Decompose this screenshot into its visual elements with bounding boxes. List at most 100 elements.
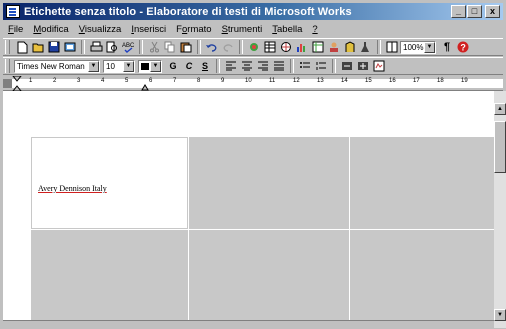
justify-icon[interactable] [272, 59, 286, 73]
help-icon[interactable]: ? [456, 40, 470, 54]
standard-toolbar: ABC 100% ▼ ¶ ? [3, 38, 503, 56]
window-controls: _ □ x [450, 5, 500, 18]
address-book-icon[interactable] [63, 40, 77, 54]
works-app-icon[interactable] [6, 5, 20, 18]
align-left-icon[interactable] [224, 59, 238, 73]
borders-icon[interactable] [372, 59, 386, 73]
close-button[interactable]: x [485, 5, 500, 18]
svg-text:ABC: ABC [122, 43, 135, 49]
menu-modifica[interactable]: Modifica [28, 24, 73, 35]
document-area[interactable]: Avery Dennison Italy [3, 91, 494, 320]
zoom-select[interactable]: 100% ▼ [400, 40, 436, 54]
address-icon[interactable] [327, 40, 341, 54]
decrease-indent-icon[interactable] [340, 59, 354, 73]
align-center-icon[interactable] [240, 59, 254, 73]
ruler-number: 2 [53, 78, 57, 84]
ruler-number: 3 [77, 78, 81, 84]
menu-formato[interactable]: Formato [171, 24, 216, 35]
label-cell[interactable] [189, 230, 349, 320]
toolbar-separator [197, 40, 201, 54]
horizontal-ruler[interactable]: 1 2 3 4 5 6 7 8 9 10 11 12 13 14 15 16 1… [3, 76, 503, 91]
ruler-number: 12 [293, 78, 300, 84]
underline-glyph: S [201, 61, 208, 71]
label-cell[interactable] [350, 230, 494, 320]
ruler-number: 19 [461, 78, 468, 84]
insert-spreadsheet-icon[interactable] [311, 40, 325, 54]
label-cell[interactable] [31, 230, 188, 320]
underline-button[interactable]: S [198, 59, 212, 73]
menu-help[interactable]: ? [307, 24, 322, 35]
insert-clipart-icon[interactable] [247, 40, 261, 54]
bullets-icon[interactable] [298, 59, 312, 73]
ruler-number: 14 [341, 78, 348, 84]
toolbar-separator [332, 59, 336, 73]
ruler-number: 17 [413, 78, 420, 84]
cut-icon[interactable] [147, 40, 161, 54]
task-launcher-icon[interactable] [343, 40, 357, 54]
ruler-number: 18 [437, 78, 444, 84]
print-icon[interactable] [89, 40, 103, 54]
columns-icon[interactable] [385, 40, 399, 54]
ruler-number: 15 [365, 78, 372, 84]
print-preview-icon[interactable] [105, 40, 119, 54]
right-indent-marker-icon[interactable] [141, 83, 149, 91]
toolbar-separator [81, 40, 85, 54]
find-icon[interactable] [359, 40, 373, 54]
toolbar-separator [139, 40, 143, 54]
scroll-thumb[interactable] [494, 121, 506, 173]
indent-marker-icon[interactable] [12, 76, 22, 91]
label-cell[interactable] [189, 137, 349, 229]
scroll-up-button[interactable]: ▲ [494, 103, 506, 115]
label-cell-active[interactable]: Avery Dennison Italy [31, 137, 188, 229]
label-cell[interactable] [350, 137, 494, 229]
open-folder-icon[interactable] [31, 40, 45, 54]
font-size-select[interactable]: 10 ▼ [103, 59, 135, 73]
redo-icon[interactable] [221, 40, 235, 54]
menu-file[interactable]: File [3, 24, 28, 35]
font-name-select[interactable]: Times New Roman ▼ [14, 59, 100, 73]
ruler-strip[interactable] [12, 79, 503, 88]
vertical-scrollbar[interactable]: ▲ ▼ [494, 91, 506, 328]
ruler-number: 7 [173, 78, 177, 84]
minimize-button[interactable]: _ [451, 5, 466, 18]
maximize-button[interactable]: □ [467, 5, 482, 18]
copy-icon[interactable] [163, 40, 177, 54]
chevron-down-icon[interactable]: ▼ [424, 41, 435, 53]
title-bar[interactable]: Etichette senza titolo - Elaboratore di … [3, 3, 503, 20]
save-disk-icon[interactable] [47, 40, 61, 54]
insert-table-icon[interactable] [263, 40, 277, 54]
italic-glyph: C [185, 61, 193, 71]
ruler-number: 11 [269, 78, 276, 84]
bold-button[interactable]: G [166, 59, 180, 73]
paste-icon[interactable] [179, 40, 193, 54]
toolbar-grip[interactable] [5, 40, 10, 54]
ruler-number: 10 [245, 78, 252, 84]
show-paragraph-marks-icon[interactable]: ¶ [440, 40, 454, 54]
menu-strumenti[interactable]: Strumenti [217, 24, 268, 35]
scroll-down-button[interactable]: ▼ [494, 309, 506, 321]
menu-tabella[interactable]: Tabella [267, 24, 307, 35]
chevron-down-icon[interactable]: ▼ [150, 60, 161, 72]
toolbar-separator [290, 59, 294, 73]
label-text[interactable]: Avery Dennison Italy [38, 184, 107, 193]
toolbar-grip[interactable] [5, 59, 10, 73]
ruler-number: 16 [389, 78, 396, 84]
italic-button[interactable]: C [182, 59, 196, 73]
menu-bar: File Modifica Visualizza Inserisci Forma… [3, 22, 503, 37]
ruler-number: 8 [197, 78, 201, 84]
undo-icon[interactable] [205, 40, 219, 54]
app-window: Etichette senza titolo - Elaboratore di … [0, 0, 506, 329]
align-right-icon[interactable] [256, 59, 270, 73]
chevron-down-icon[interactable]: ▼ [123, 60, 134, 72]
menu-inserisci[interactable]: Inserisci [126, 24, 171, 35]
font-color-select[interactable]: ▼ [138, 59, 162, 73]
ruler-number: 13 [317, 78, 324, 84]
chevron-down-icon[interactable]: ▼ [88, 60, 99, 72]
insert-drawing-icon[interactable] [279, 40, 293, 54]
numbering-icon[interactable] [314, 59, 328, 73]
new-document-icon[interactable] [15, 40, 29, 54]
menu-visualizza[interactable]: Visualizza [74, 24, 127, 35]
spelling-check-icon[interactable]: ABC [121, 40, 135, 54]
insert-chart-icon[interactable] [295, 40, 309, 54]
increase-indent-icon[interactable] [356, 59, 370, 73]
